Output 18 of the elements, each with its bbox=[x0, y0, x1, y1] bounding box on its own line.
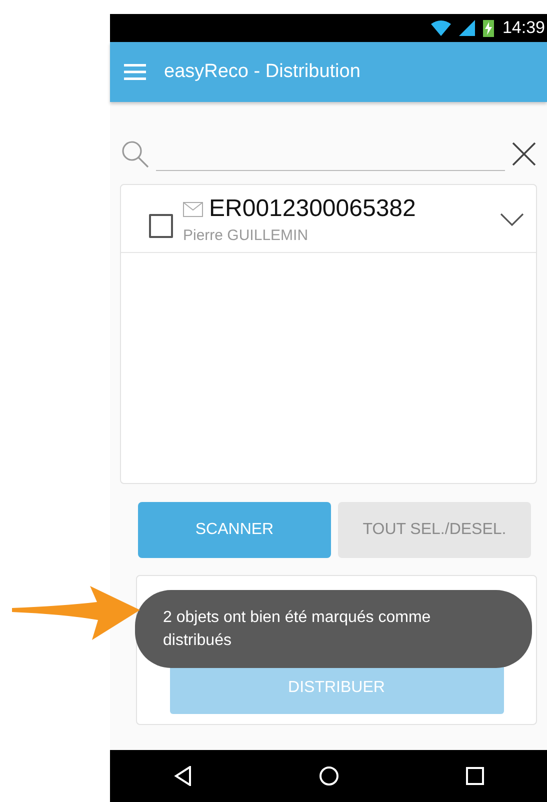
envelope-icon bbox=[183, 202, 203, 216]
battery-icon bbox=[483, 19, 494, 37]
checkbox[interactable] bbox=[149, 214, 173, 238]
item-name: Pierre GUILLEMIN bbox=[183, 227, 310, 244]
signal-icon bbox=[459, 20, 476, 36]
action-button[interactable]: SCANNER bbox=[138, 502, 331, 558]
search-icon[interactable] bbox=[120, 139, 150, 169]
app-title: easyReco - Distribution bbox=[164, 61, 360, 83]
chevron-icon[interactable] bbox=[500, 212, 524, 226]
wifi-icon bbox=[431, 20, 452, 36]
close-icon[interactable] bbox=[511, 141, 537, 167]
item-row[interactable]: ER0012300065382 Pierre GUILLEMIN bbox=[121, 185, 536, 253]
home-icon[interactable] bbox=[318, 766, 338, 786]
recents-icon[interactable] bbox=[466, 767, 484, 785]
toast-message: 2 objets ont bien été marqués comme distribués bbox=[135, 590, 532, 668]
back-icon[interactable] bbox=[174, 766, 192, 786]
status-time: 14:39 bbox=[502, 18, 545, 38]
item-code: ER0012300065382 bbox=[209, 195, 416, 223]
